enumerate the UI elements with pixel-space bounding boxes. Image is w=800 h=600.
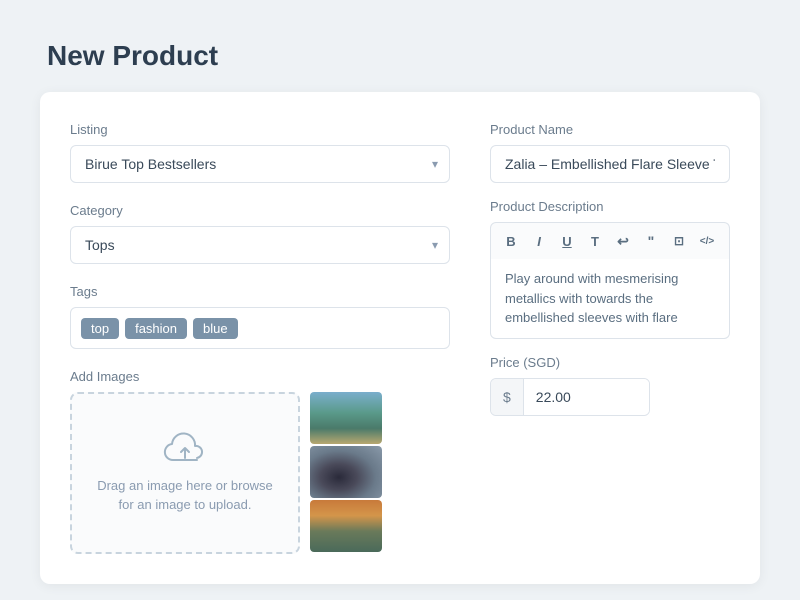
page-background: New Product Listing Birue Top Bestseller… — [0, 0, 800, 600]
images-label: Add Images — [70, 369, 450, 384]
tag-fashion[interactable]: fashion — [125, 318, 187, 339]
italic-btn[interactable]: I — [527, 229, 551, 253]
tag-top[interactable]: top — [81, 318, 119, 339]
product-description-field: Product Description B I U T ↩ " ⊡ </> Pl… — [490, 199, 730, 339]
product-name-field: Product Name — [490, 122, 730, 183]
image-insert-btn[interactable]: ⊡ — [667, 229, 691, 253]
underline-btn[interactable]: U — [555, 229, 579, 253]
listing-select-wrapper: Birue Top BestsellersOther Listing ▾ — [70, 145, 450, 183]
images-row: Drag an image here or browsefor an image… — [70, 392, 450, 554]
drop-zone-text: Drag an image here or browsefor an image… — [97, 476, 273, 515]
category-select-wrapper: TopsBottomsDressesAccessories ▾ — [70, 226, 450, 264]
listing-field: Listing Birue Top BestsellersOther Listi… — [70, 122, 450, 183]
thumbnail-1[interactable] — [310, 392, 382, 444]
tags-label: Tags — [70, 284, 450, 299]
quote-btn[interactable]: " — [639, 229, 663, 253]
category-select[interactable]: TopsBottomsDressesAccessories — [70, 226, 450, 264]
image-thumbnails — [310, 392, 382, 554]
text-format-btn[interactable]: T — [583, 229, 607, 253]
right-column: Product Name Product Description B I U T… — [490, 122, 730, 554]
price-currency-symbol: $ — [491, 379, 524, 415]
left-column: Listing Birue Top BestsellersOther Listi… — [70, 122, 450, 554]
bold-btn[interactable]: B — [499, 229, 523, 253]
price-input-wrapper: $ — [490, 378, 650, 416]
page-title: New Product — [0, 0, 800, 92]
editor-toolbar: B I U T ↩ " ⊡ </> — [490, 222, 730, 259]
undo-btn[interactable]: ↩ — [611, 229, 635, 253]
listing-select[interactable]: Birue Top BestsellersOther Listing — [70, 145, 450, 183]
images-section: Add Images Drag an image here or browsef… — [70, 369, 450, 554]
product-description-editor[interactable]: Play around with mesmerising metallics w… — [490, 259, 730, 339]
price-label: Price (SGD) — [490, 355, 730, 370]
form-card: Listing Birue Top BestsellersOther Listi… — [40, 92, 760, 584]
product-description-label: Product Description — [490, 199, 730, 214]
price-input[interactable] — [524, 379, 649, 415]
description-text: Play around with mesmerising metallics w… — [505, 271, 678, 325]
category-field: Category TopsBottomsDressesAccessories ▾ — [70, 203, 450, 264]
product-name-input[interactable] — [490, 145, 730, 183]
tag-blue[interactable]: blue — [193, 318, 238, 339]
thumbnail-2[interactable] — [310, 446, 382, 498]
product-name-label: Product Name — [490, 122, 730, 137]
drop-zone[interactable]: Drag an image here or browsefor an image… — [70, 392, 300, 554]
tags-input-area[interactable]: top fashion blue — [70, 307, 450, 349]
listing-label: Listing — [70, 122, 450, 137]
upload-cloud-icon — [163, 432, 207, 466]
price-field: Price (SGD) $ — [490, 355, 730, 416]
thumbnail-3[interactable] — [310, 500, 382, 552]
code-btn[interactable]: </> — [695, 229, 719, 253]
tags-field-container: Tags top fashion blue — [70, 284, 450, 349]
category-label: Category — [70, 203, 450, 218]
